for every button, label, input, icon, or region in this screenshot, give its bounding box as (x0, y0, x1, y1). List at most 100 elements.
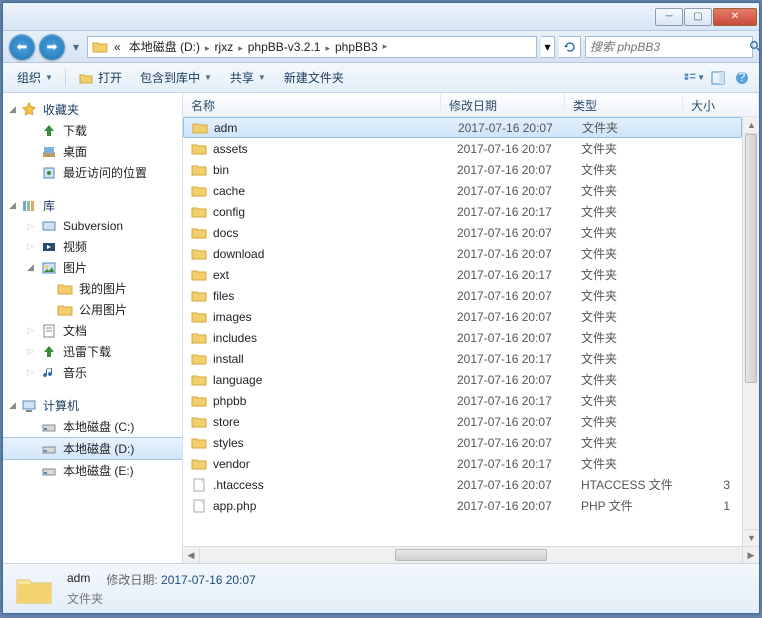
column-size[interactable]: 大小 (683, 93, 759, 116)
preview-pane-button[interactable] (707, 67, 729, 89)
nav-favorites[interactable]: ◢ 收藏夹 (3, 99, 182, 120)
scroll-down-icon[interactable]: ▼ (743, 529, 759, 546)
breadcrumb-dropdown[interactable]: ▾ (541, 36, 555, 58)
search-box[interactable] (585, 36, 753, 58)
file-row[interactable]: styles2017-07-16 20:07文件夹 (183, 432, 742, 453)
nav-item[interactable]: 最近访问的位置 (3, 162, 182, 183)
scroll-right-icon[interactable]: ▶ (742, 547, 759, 563)
nav-libraries[interactable]: ◢ 库 (3, 195, 182, 216)
chevron-right-icon[interactable]: ▸ (237, 43, 244, 53)
file-row[interactable]: docs2017-07-16 20:07文件夹 (183, 222, 742, 243)
file-name: app.php (213, 499, 457, 513)
horizontal-scrollbar[interactable]: ◀ ▶ (183, 546, 759, 563)
nav-item[interactable]: 桌面 (3, 141, 182, 162)
file-row[interactable]: assets2017-07-16 20:07文件夹 (183, 138, 742, 159)
file-row[interactable]: includes2017-07-16 20:07文件夹 (183, 327, 742, 348)
breadcrumb-item[interactable]: phpBB3 (331, 40, 382, 54)
nav-item[interactable]: 本地磁盘 (D:) (3, 437, 182, 460)
file-row[interactable]: vendor2017-07-16 20:17文件夹 (183, 453, 742, 474)
column-name[interactable]: 名称 (183, 93, 441, 116)
nav-item[interactable]: 下载 (3, 120, 182, 141)
file-name: config (213, 205, 457, 219)
nav-item[interactable]: ▷视频 (3, 236, 182, 257)
file-row[interactable]: images2017-07-16 20:07文件夹 (183, 306, 742, 327)
scroll-thumb[interactable] (745, 134, 757, 383)
view-button[interactable]: ▼ (683, 67, 705, 89)
file-row[interactable]: .htaccess2017-07-16 20:07HTACCESS 文件3 (183, 474, 742, 495)
nav-item[interactable]: 本地磁盘 (E:) (3, 460, 182, 481)
file-row[interactable]: config2017-07-16 20:17文件夹 (183, 201, 742, 222)
file-row[interactable]: cache2017-07-16 20:07文件夹 (183, 180, 742, 201)
file-date: 2017-07-16 20:07 (457, 226, 581, 240)
navigation-pane[interactable]: ◢ 收藏夹 下载桌面最近访问的位置 ◢ 库 ▷Subversion▷视频◢图片我… (3, 93, 183, 563)
breadcrumb[interactable]: « 本地磁盘 (D:)▸rjxz▸phpBB-v3.2.1▸phpBB3 ▸ (87, 36, 537, 58)
nav-history-dropdown[interactable]: ▾ (69, 36, 83, 58)
search-input[interactable] (590, 40, 747, 54)
file-row[interactable]: app.php2017-07-16 20:07PHP 文件1 (183, 495, 742, 516)
file-row[interactable]: download2017-07-16 20:07文件夹 (183, 243, 742, 264)
breadcrumb-item[interactable]: 本地磁盘 (D:) (125, 40, 204, 54)
back-button[interactable]: ⬅ (9, 34, 35, 60)
chevron-right-icon[interactable]: ▸ (204, 43, 211, 53)
file-type: 文件夹 (581, 308, 699, 325)
file-row[interactable]: bin2017-07-16 20:07文件夹 (183, 159, 742, 180)
include-button[interactable]: 包含到库中▼ (132, 66, 220, 89)
minimize-button[interactable]: ─ (655, 8, 683, 26)
file-name: ext (213, 268, 457, 282)
file-row[interactable]: install2017-07-16 20:17文件夹 (183, 348, 742, 369)
open-icon (78, 70, 94, 86)
organize-button[interactable]: 组织▼ (9, 66, 61, 89)
folder-icon (191, 288, 207, 304)
file-date: 2017-07-16 20:07 (457, 499, 581, 513)
file-row[interactable]: language2017-07-16 20:07文件夹 (183, 369, 742, 390)
nav-computer[interactable]: ◢ 计算机 (3, 395, 182, 416)
scroll-thumb[interactable] (395, 549, 547, 561)
column-type[interactable]: 类型 (565, 93, 683, 116)
breadcrumb-item[interactable]: rjxz (211, 40, 238, 54)
file-type: PHP 文件 (581, 497, 699, 514)
scroll-left-icon[interactable]: ◀ (183, 547, 200, 563)
nav-item[interactable]: 我的图片 (3, 278, 182, 299)
vertical-scrollbar[interactable]: ▲ ▼ (742, 117, 759, 546)
open-button[interactable]: 打开 (70, 66, 130, 89)
file-row[interactable]: ext2017-07-16 20:17文件夹 (183, 264, 742, 285)
scroll-up-icon[interactable]: ▲ (743, 117, 759, 134)
file-list[interactable]: adm2017-07-16 20:07文件夹assets2017-07-16 2… (183, 117, 759, 546)
nav-item[interactable]: ◢图片 (3, 257, 182, 278)
toolbar: 组织▼ 打开 包含到库中▼ 共享▼ 新建文件夹 ▼ ? (3, 63, 759, 93)
nav-item[interactable]: ▷文档 (3, 320, 182, 341)
maximize-button[interactable]: ▢ (684, 8, 712, 26)
column-date[interactable]: 修改日期 (441, 93, 565, 116)
file-row[interactable]: files2017-07-16 20:07文件夹 (183, 285, 742, 306)
file-row[interactable]: phpbb2017-07-16 20:17文件夹 (183, 390, 742, 411)
newfolder-button[interactable]: 新建文件夹 (276, 66, 352, 89)
share-button[interactable]: 共享▼ (222, 66, 274, 89)
file-size: 1 (699, 499, 742, 513)
forward-button[interactable]: ➡ (39, 34, 65, 60)
breadcrumb-prefix[interactable]: « (110, 40, 125, 54)
refresh-button[interactable] (559, 36, 581, 58)
nav-item[interactable]: ▷音乐 (3, 362, 182, 383)
file-row[interactable]: adm2017-07-16 20:07文件夹 (183, 117, 742, 138)
close-button[interactable]: ✕ (713, 8, 757, 26)
nav-item-icon (41, 344, 57, 360)
file-type: 文件夹 (581, 203, 699, 220)
nav-item[interactable]: 本地磁盘 (C:) (3, 416, 182, 437)
folder-icon (191, 309, 207, 325)
file-date: 2017-07-16 20:17 (457, 205, 581, 219)
titlebar[interactable]: ─ ▢ ✕ (3, 3, 759, 31)
details-date-label: 修改日期: (106, 573, 157, 587)
caret-icon: ▷ (27, 241, 34, 252)
folder-icon (57, 281, 73, 297)
file-row[interactable]: store2017-07-16 20:07文件夹 (183, 411, 742, 432)
nav-item[interactable]: ▷Subversion (3, 216, 182, 236)
nav-item[interactable]: 公用图片 (3, 299, 182, 320)
help-button[interactable]: ? (731, 67, 753, 89)
breadcrumb-item[interactable]: phpBB-v3.2.1 (244, 40, 325, 54)
chevron-right-icon[interactable]: ▸ (382, 41, 389, 52)
file-name: store (213, 415, 457, 429)
nav-item[interactable]: ▷迅雷下载 (3, 341, 182, 362)
details-date: 2017-07-16 20:07 (161, 573, 256, 587)
search-icon[interactable] (747, 39, 762, 55)
file-icon (191, 498, 207, 514)
